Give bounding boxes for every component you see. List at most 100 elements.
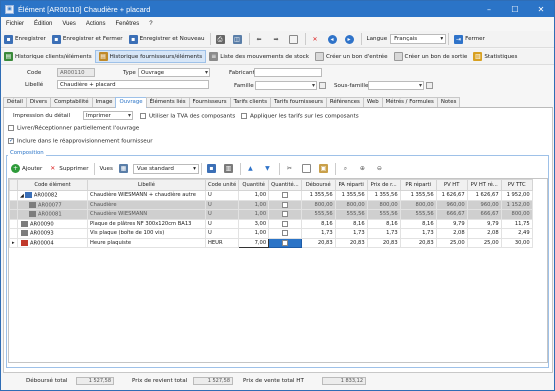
reappro-checkbox-box[interactable] xyxy=(8,137,14,144)
save-close-button[interactable]: ▪ Enregistrer et Fermer xyxy=(49,32,126,47)
qty-cell[interactable]: 1,00 xyxy=(238,228,270,239)
close-button[interactable]: ⇥ Fermer xyxy=(451,32,488,47)
quantity-checkbox-cell[interactable] xyxy=(268,218,302,229)
save-new-button[interactable]: ▪ Enregistrer et Nouveau xyxy=(126,32,208,47)
code-cell[interactable]: AR00004 xyxy=(17,237,88,248)
expand-icon[interactable]: ◢ xyxy=(20,193,24,199)
debourse-cell[interactable]: 1 355,56 xyxy=(300,190,336,201)
pa-cell[interactable]: 1 355,56 xyxy=(334,190,368,201)
libelle-field[interactable]: Chaudière + placard xyxy=(57,80,209,89)
add-button[interactable]: + Ajouter xyxy=(8,161,45,176)
view-settings-button[interactable]: ▦ xyxy=(116,161,133,176)
impression-select[interactable]: Imprimer xyxy=(83,111,133,120)
label-cell[interactable]: Plaque de plâtres NF 300x120cm BA13 xyxy=(87,218,206,229)
move-up-button[interactable]: ▲ xyxy=(243,161,260,176)
table-row[interactable]: AR00090 Plaque de plâtres NF 300x120cm BA… xyxy=(9,218,533,229)
zoom-in-button[interactable]: ⊕ xyxy=(355,161,372,176)
code-cell[interactable]: AR00093 xyxy=(17,228,88,239)
pvhtr-cell[interactable]: 25,00 xyxy=(466,237,502,248)
pvht-cell[interactable]: 9,79 xyxy=(435,218,468,229)
column-header[interactable]: PR réparti xyxy=(399,179,437,191)
pvttc-cell[interactable]: 30,00 xyxy=(500,237,533,248)
hist-clients-button[interactable]: ▤ Historique clients/éléments xyxy=(1,50,95,63)
column-header[interactable]: Code unité xyxy=(204,179,240,191)
checkbox[interactable] xyxy=(281,211,288,217)
pa-cell[interactable]: 20,83 xyxy=(334,237,368,248)
column-header[interactable]: Déboursé xyxy=(300,179,336,191)
debourse-cell[interactable]: 8,16 xyxy=(300,218,336,229)
pvttc-cell[interactable]: 800,00 xyxy=(500,209,533,220)
tab-tarifs-clients[interactable]: Tarifs clients xyxy=(229,97,272,107)
pr-cell[interactable]: 800,00 xyxy=(366,199,401,210)
table-row[interactable]: AR00093 Vis plaque (boîte de 100 vis) U 1,0… xyxy=(9,228,533,239)
paste-button[interactable]: ▣ xyxy=(316,161,333,176)
debourse-cell[interactable]: 1,73 xyxy=(300,228,336,239)
column-header[interactable]: Prix de r... xyxy=(366,179,401,191)
prr-cell[interactable]: 1 355,56 xyxy=(399,190,437,201)
debourse-cell[interactable]: 800,00 xyxy=(300,199,336,210)
row-indicator[interactable]: ▸ xyxy=(9,237,18,248)
table-row[interactable]: AR00077 Chaudière U 1,00 800,00 800,00 800,00 8… xyxy=(9,199,533,210)
type-select[interactable]: Ouvrage xyxy=(138,68,210,77)
table-row[interactable]: ▸ AR00004 Heure plaquiste HEUR 7,00 20,83 20,8… xyxy=(9,237,533,248)
fabricant-field[interactable] xyxy=(254,68,322,77)
livrer-checkbox-box[interactable] xyxy=(8,125,14,131)
unit-cell[interactable]: HEUR xyxy=(204,237,240,248)
famille-picker-button[interactable] xyxy=(319,82,326,89)
stats-button[interactable]: ▥ Statistiques xyxy=(470,50,520,63)
delete-button[interactable]: ✕ xyxy=(308,32,325,47)
code-cell[interactable]: AR00090 xyxy=(17,218,88,229)
row-indicator[interactable] xyxy=(9,199,18,210)
table-row[interactable]: AR00081 Chaudière WIESMANN U 1,00 555,56 555,… xyxy=(9,209,533,220)
close-window-button[interactable]: ✕ xyxy=(528,1,554,17)
quantity-checkbox-cell[interactable] xyxy=(268,228,302,239)
column-header[interactable]: Code élément xyxy=(17,179,88,191)
menu-fichier[interactable]: Fichier xyxy=(1,21,29,27)
menu-help[interactable]: ? xyxy=(144,21,157,27)
prr-cell[interactable]: 555,56 xyxy=(399,209,437,220)
delete-row-button[interactable]: ✕ Supprimer xyxy=(45,161,91,176)
table-row[interactable]: ◢ AR00082 Chaudière WIESMANN + chaudière a… xyxy=(9,190,533,201)
menu-vues[interactable]: Vues xyxy=(57,21,80,27)
view-select[interactable]: Vue standard ▾ xyxy=(132,163,199,174)
nav-back-button[interactable]: ◂ xyxy=(325,32,342,47)
famille-select[interactable] xyxy=(255,81,317,90)
pvht-cell[interactable]: 25,00 xyxy=(435,237,468,248)
move-down-button[interactable]: ▼ xyxy=(260,161,277,176)
prr-cell[interactable]: 20,83 xyxy=(399,237,437,248)
quantity-checkbox-cell[interactable] xyxy=(268,190,302,201)
prr-cell[interactable]: 8,16 xyxy=(399,218,437,229)
save-button[interactable]: ▪ Enregistrer xyxy=(1,32,49,47)
unit-cell[interactable]: U xyxy=(204,218,240,229)
column-header[interactable]: PV HT xyxy=(435,179,468,191)
reappro-checkbox[interactable]: Inclure dans le réapprovisionnement four… xyxy=(8,137,153,145)
pvhtr-cell[interactable]: 9,79 xyxy=(466,218,502,229)
tab-d-tail[interactable]: Détail xyxy=(3,97,27,107)
tab-tarifs-fournisseurs[interactable]: Tarifs fournisseurs xyxy=(270,97,327,107)
tab-web[interactable]: Web xyxy=(362,97,383,107)
tab-ouvrage[interactable]: Ouvrage xyxy=(115,97,147,108)
row-indicator[interactable] xyxy=(9,209,18,220)
pr-cell[interactable]: 20,83 xyxy=(366,237,401,248)
minimize-button[interactable]: – xyxy=(476,1,502,17)
tva-checkbox[interactable]: Utiliser la TVA des composants xyxy=(140,113,235,120)
save-view-button[interactable]: ▪ xyxy=(204,161,221,176)
pvhtr-cell[interactable]: 666,67 xyxy=(466,209,502,220)
nav-forward-button[interactable]: ▸ xyxy=(342,32,359,47)
pvht-cell[interactable]: 960,00 xyxy=(435,199,468,210)
bon-entree-button[interactable]: Créer un bon d'entrée xyxy=(312,50,391,63)
undo-button[interactable]: ⬅ xyxy=(252,32,269,47)
tva-checkbox-box[interactable] xyxy=(140,113,146,119)
column-header[interactable]: Quantité... xyxy=(268,179,302,191)
checkbox[interactable] xyxy=(281,239,288,246)
hist-suppliers-button[interactable]: ▤ Historique fournisseurs/éléments xyxy=(94,50,207,63)
print-button[interactable]: ⎙ xyxy=(213,32,230,47)
zoom-button[interactable]: ⌕ xyxy=(338,161,355,176)
menu-fenetres[interactable]: Fenêtres xyxy=(111,21,145,27)
sousfamille-picker-button[interactable] xyxy=(426,82,433,89)
tarifs-checkbox-box[interactable] xyxy=(241,113,247,119)
tab-comptabilit-[interactable]: Comptabilité xyxy=(50,97,93,107)
bon-sortie-button[interactable]: Créer un bon de sortie xyxy=(391,50,471,63)
pvhtr-cell[interactable]: 960,00 xyxy=(466,199,502,210)
pa-cell[interactable]: 555,56 xyxy=(334,209,368,220)
